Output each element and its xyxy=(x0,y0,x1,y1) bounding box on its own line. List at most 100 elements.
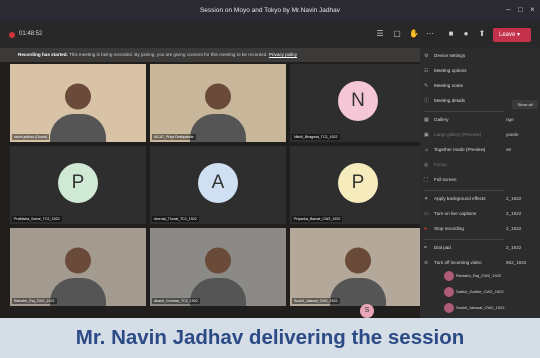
participant-avatar: N xyxy=(338,81,378,121)
avatar xyxy=(444,271,454,281)
participant-avatar: P xyxy=(58,163,98,203)
participant-grid: navin jadhav (Guest) MCA7_Priya Deshpand… xyxy=(10,64,426,306)
side-list-name: Sushil_Jaiswal_CW2_1922 xyxy=(456,305,505,310)
menu-item-label: Turn on live captions xyxy=(434,211,477,216)
recording-banner: Recording has started. This meeting is b… xyxy=(0,48,420,62)
participant-name: Sushil_Jaiswal_CW2_1922 xyxy=(292,298,340,304)
close-icon[interactable]: × xyxy=(530,5,535,14)
side-list-participant[interactable]: Satish_Gadhe_CW2_1922 xyxy=(440,284,540,300)
participant-video-body xyxy=(50,114,106,142)
maximize-icon[interactable]: □ xyxy=(518,5,523,14)
fullscreen-icon: ⛶ xyxy=(424,177,428,183)
menu-item-overlap-text: nge xyxy=(506,117,514,122)
raise-hand-icon[interactable]: ✋ xyxy=(408,28,420,40)
menu-item-label: Meeting details xyxy=(434,98,465,103)
menu-item-focus[interactable]: ◎ Focus xyxy=(420,159,540,171)
participant-avatar: P xyxy=(338,163,378,203)
floating-avatar[interactable]: S xyxy=(360,304,374,318)
menu-item-record[interactable]: ● Stop recording 2_1922 xyxy=(420,223,540,235)
participant-video-head xyxy=(65,83,91,110)
participant-tile[interactable]: Akash_Gurnkar_TC2_1922 xyxy=(150,228,286,306)
dialpad-icon: ⌗ xyxy=(424,245,427,251)
options-icon: ☷ xyxy=(424,68,429,74)
participant-name: Rishabh_Raj_CW2_1922 xyxy=(12,298,57,304)
menu-item-overlap-text: 2_1922 xyxy=(506,196,522,201)
menu-item-label: Full screen xyxy=(434,177,457,182)
participant-tile[interactable]: Sushil_Jaiswal_CW2_1922 xyxy=(290,228,426,306)
gallery-icon: ▦ xyxy=(424,117,429,123)
avatar xyxy=(444,303,454,313)
participant-name: navin jadhav (Guest) xyxy=(12,134,50,140)
gear-icon: ⚙ xyxy=(424,53,429,59)
menu-item-label: Device settings xyxy=(434,53,466,58)
menu-item-gallery[interactable]: ▦ Gallery nge xyxy=(420,114,540,126)
menu-separator xyxy=(424,111,504,112)
menu-item-options[interactable]: ☷ Meeting options xyxy=(420,65,540,77)
share-screen-icon[interactable]: ⬆ xyxy=(476,28,488,40)
chat-icon[interactable]: ▢ xyxy=(391,28,403,40)
menu-separator xyxy=(424,190,504,191)
side-list-participant[interactable]: Sushil_Jaiswal_CW2_1922 xyxy=(440,300,540,316)
participant-tile[interactable]: P Prathisha_Sarne_TC2_1922 xyxy=(10,146,146,224)
menu-item-overlap-text: 2_1922 xyxy=(506,211,522,216)
record-icon: ● xyxy=(424,226,428,232)
menu-item-label: Large gallery (Preview) xyxy=(434,132,482,137)
more-actions-icon[interactable]: ⋯ xyxy=(424,28,436,40)
menu-item-overlap-text: ə0 xyxy=(506,147,512,152)
participant-video-head xyxy=(65,247,91,274)
menu-item-overlap-text: yande xyxy=(506,132,519,137)
participant-name: Priyanka_Bamat_CW2_1922 xyxy=(292,216,343,222)
video-off-icon: ⊘ xyxy=(424,260,429,266)
participant-name: Amruta_Thorat_TC2_1922 xyxy=(152,216,199,222)
window-titlebar: Session on Moyo and Tokyo by Mr.Navin Ja… xyxy=(0,0,540,22)
participant-name: MCA7_Priya Deshpande xyxy=(152,134,196,140)
participant-tile[interactable]: Rishabh_Raj_CW2_1922 xyxy=(10,228,146,306)
participant-tile[interactable]: MCA7_Priya Deshpande xyxy=(150,64,286,142)
participant-name: Nikhil_Bhagwat_TC2_1922 xyxy=(292,134,340,140)
menu-item-gear[interactable]: ⚙ Device settings xyxy=(420,50,540,62)
camera-icon[interactable]: ■ xyxy=(445,28,457,40)
privacy-policy-link[interactable]: Privacy policy xyxy=(269,52,297,57)
participants-icon[interactable]: ☰ xyxy=(374,28,386,40)
teams-screenshot: Session on Moyo and Tokyo by Mr.Navin Ja… xyxy=(0,0,540,318)
participant-video-head xyxy=(205,83,231,110)
participant-name: Prathisha_Sarne_TC2_1922 xyxy=(12,216,62,222)
menu-item-info[interactable]: ⓘ Meeting details xyxy=(420,95,540,107)
menu-item-large[interactable]: ▣ Large gallery (Preview) yande xyxy=(420,129,540,141)
captions-icon: ▭ xyxy=(424,211,429,217)
menu-item-label: Meeting notes xyxy=(434,83,463,88)
microphone-icon[interactable]: ● xyxy=(460,28,472,40)
participant-tile[interactable]: navin jadhav (Guest) xyxy=(10,64,146,142)
menu-item-background[interactable]: ✦ Apply background effects 2_1922 xyxy=(420,193,540,205)
recording-indicator-icon xyxy=(9,32,15,38)
together-icon: ☺ xyxy=(424,147,430,153)
menu-item-fullscreen[interactable]: ⛶ Full screen xyxy=(420,174,540,186)
avatar xyxy=(444,287,454,297)
minimize-icon[interactable]: – xyxy=(506,5,510,14)
meeting-timer: 01:48:52 xyxy=(19,31,43,37)
menu-item-label: Turn off incoming video xyxy=(434,260,482,265)
menu-item-together[interactable]: ☺ Together mode (Preview) ə0 xyxy=(420,144,540,156)
menu-separator xyxy=(424,239,504,240)
participant-avatar: A xyxy=(198,163,238,203)
menu-item-label: Stop recording xyxy=(434,226,464,231)
menu-item-overlap-text: 2_1922 xyxy=(506,226,522,231)
menu-item-dialpad[interactable]: ⌗ Dial pad 2_1922 xyxy=(420,242,540,254)
participant-tile[interactable]: P Priyanka_Bamat_CW2_1922 xyxy=(290,146,426,224)
participant-tile[interactable]: A Amruta_Thorat_TC2_1922 xyxy=(150,146,286,224)
participant-name: Akash_Gurnkar_TC2_1922 xyxy=(152,298,200,304)
banner-bold: Recording has started. xyxy=(18,52,68,57)
window-title: Session on Moyo and Tokyo by Mr.Navin Ja… xyxy=(199,7,341,14)
background-icon: ✦ xyxy=(424,196,429,202)
participant-video-body xyxy=(190,114,246,142)
menu-item-label: Focus xyxy=(434,162,447,167)
menu-item-notes[interactable]: ✎ Meeting notes xyxy=(420,80,540,92)
side-list-participant[interactable]: Rishabh_Raj_CW2_1922 xyxy=(440,268,540,284)
menu-item-captions[interactable]: ▭ Turn on live captions 2_1922 xyxy=(420,208,540,220)
photo-caption: Mr. Navin Jadhav delivering the session xyxy=(0,318,540,358)
leave-button[interactable]: Leave ▾ xyxy=(493,28,531,42)
menu-item-label: Together mode (Preview) xyxy=(434,147,486,152)
focus-icon: ◎ xyxy=(424,162,429,168)
meeting-toolbar: 01:48:52 ☰ ▢ ✋ ⋯ ■ ● ⬆ Leave ▾ xyxy=(0,22,540,48)
participant-tile[interactable]: N Nikhil_Bhagwat_TC2_1922 xyxy=(290,64,426,142)
